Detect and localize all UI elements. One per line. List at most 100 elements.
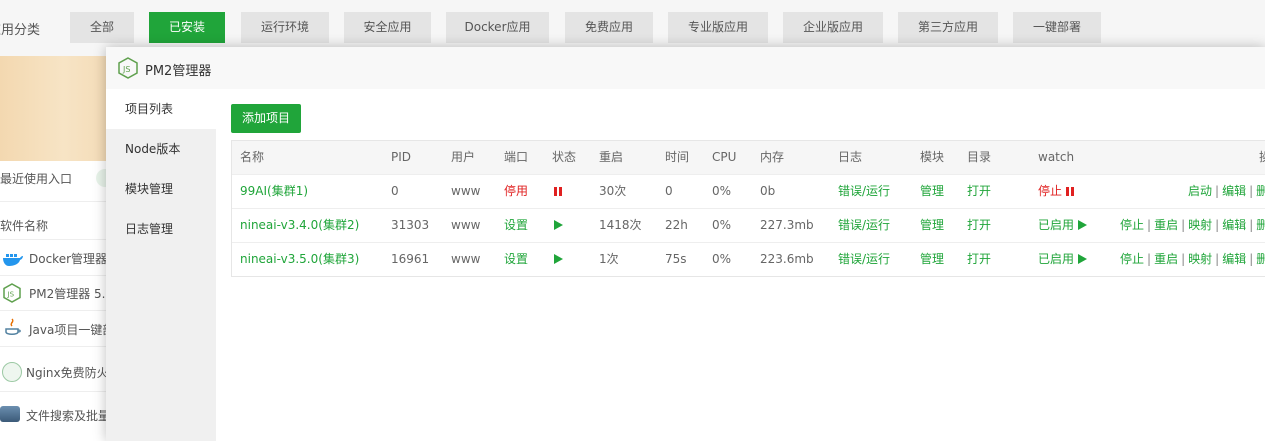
category-tab-security[interactable]: 安全应用 <box>344 12 431 43</box>
project-name[interactable]: 99AI(集群1) <box>240 175 308 208</box>
dialog-header: JS PM2管理器 <box>106 47 1265 90</box>
add-project-button[interactable]: 添加项目 <box>231 104 301 133</box>
watch-toggle[interactable]: 停止 <box>1038 175 1074 208</box>
stop-button[interactable]: 停止 <box>1120 218 1144 232</box>
category-tab-third-party[interactable]: 第三方应用 <box>898 12 998 43</box>
open-dir-link[interactable]: 打开 <box>967 175 991 208</box>
table-row: nineai-v3.4.0(集群2) 31303 www 设置 1418次 22… <box>232 209 1265 243</box>
nav-module-manage[interactable]: 模块管理 <box>106 169 216 209</box>
project-pid: 0 <box>391 184 399 198</box>
pause-icon <box>1065 187 1074 196</box>
status-toggle[interactable] <box>554 175 562 208</box>
waf-icon <box>2 362 22 382</box>
category-tab-free[interactable]: 免费应用 <box>565 12 653 43</box>
open-dir-link[interactable]: 打开 <box>967 209 991 242</box>
docker-icon <box>2 252 24 266</box>
project-list-panel: 添加项目 名称 PID 用户 端口 状态 重启 时间 CPU 内存 日志 模块 … <box>216 89 1265 441</box>
project-cpu: 0% <box>712 252 732 266</box>
restart-button[interactable]: 重启 <box>1154 252 1178 266</box>
module-manage-link[interactable]: 管理 <box>920 175 944 208</box>
category-tab-docker[interactable]: Docker应用 <box>446 12 549 43</box>
port-settings-link[interactable]: 设置 <box>504 243 528 276</box>
project-name[interactable]: nineai-v3.5.0(集群3) <box>240 243 359 276</box>
log-link[interactable]: 错误/运行 <box>838 209 890 242</box>
pause-icon <box>554 187 562 196</box>
log-link[interactable]: 错误/运行 <box>838 175 890 208</box>
project-mem: 223.6mb <box>760 252 814 266</box>
category-label: 应用分类 <box>0 23 41 38</box>
project-name[interactable]: nineai-v3.4.0(集群2) <box>240 209 359 242</box>
dialog-nav: 项目列表 Node版本 模块管理 日志管理 <box>106 89 216 441</box>
nodejs-icon: JS <box>3 283 21 303</box>
status-toggle[interactable] <box>554 243 563 276</box>
category-tab-one-click[interactable]: 一键部署 <box>1013 12 1101 43</box>
col-user: 用户 <box>451 150 476 164</box>
project-user: www <box>451 184 481 198</box>
nodejs-icon: JS <box>118 57 138 79</box>
promo-banner <box>0 56 106 161</box>
svg-text:JS: JS <box>7 291 15 299</box>
play-icon <box>1077 254 1087 264</box>
port-disabled-link[interactable]: 停用 <box>504 175 528 208</box>
nav-project-list[interactable]: 项目列表 <box>106 89 216 129</box>
col-pid: PID <box>391 150 412 164</box>
col-port: 端口 <box>504 150 529 164</box>
edit-button[interactable]: 编辑 <box>1222 252 1246 266</box>
play-icon <box>554 254 563 264</box>
category-tab-enterprise[interactable]: 企业版应用 <box>783 12 883 43</box>
project-table: 名称 PID 用户 端口 状态 重启 时间 CPU 内存 日志 模块 目录 wa… <box>231 140 1265 277</box>
category-tab-runtime[interactable]: 运行环境 <box>241 12 329 43</box>
watch-toggle[interactable]: 已启用 <box>1038 243 1087 276</box>
module-manage-link[interactable]: 管理 <box>920 209 944 242</box>
software-item-nginx-waf[interactable]: Nginx免费防火 <box>26 364 106 381</box>
project-cpu: 0% <box>712 184 732 198</box>
software-item-java[interactable]: Java项目一键部 <box>29 321 106 338</box>
open-dir-link[interactable]: 打开 <box>967 243 991 276</box>
stop-button[interactable]: 停止 <box>1120 252 1144 266</box>
project-pid: 31303 <box>391 218 430 232</box>
project-user: www <box>451 252 481 266</box>
log-link[interactable]: 错误/运行 <box>838 243 890 276</box>
project-restart-count: 1418次 <box>599 218 642 232</box>
table-row: 99AI(集群1) 0 www 停用 30次 0 0% 0b 错误/运行 管理 … <box>232 175 1265 209</box>
delete-button[interactable]: 删 <box>1256 218 1265 232</box>
software-item-file-search[interactable]: 文件搜索及批量 <box>26 407 106 424</box>
pm2-manager-dialog: JS PM2管理器 项目列表 Node版本 模块管理 日志管理 添加项目 名称 … <box>106 47 1265 441</box>
col-cpu: CPU <box>712 150 737 164</box>
row-operations: 停止 | 重启 | 映射 | 编辑 | 删 <box>1120 209 1265 242</box>
software-list-panel: 最近使用入口 软件名称 Docker管理器 JS PM2管理器 5. Java项… <box>0 56 106 441</box>
play-icon <box>1077 220 1087 230</box>
delete-button[interactable]: 删 <box>1256 184 1265 198</box>
map-button[interactable]: 映射 <box>1188 252 1212 266</box>
nav-node-version[interactable]: Node版本 <box>106 129 216 169</box>
recent-entry-label: 最近使用入口 <box>0 172 73 186</box>
watch-toggle[interactable]: 已启用 <box>1038 209 1087 242</box>
row-operations: 停止 | 重启 | 映射 | 编辑 | 删 <box>1120 243 1265 276</box>
start-button[interactable]: 启动 <box>1188 184 1212 198</box>
restart-button[interactable]: 重启 <box>1154 218 1178 232</box>
col-status: 状态 <box>552 150 577 164</box>
col-time: 时间 <box>665 150 690 164</box>
delete-button[interactable]: 删 <box>1256 252 1265 266</box>
category-tab-all[interactable]: 全部 <box>70 12 134 43</box>
map-button[interactable]: 映射 <box>1188 218 1212 232</box>
project-user: www <box>451 218 481 232</box>
project-restart-count: 1次 <box>599 252 619 266</box>
col-name: 名称 <box>240 150 265 164</box>
port-settings-link[interactable]: 设置 <box>504 209 528 242</box>
category-tab-installed[interactable]: 已安装 <box>149 12 225 43</box>
col-module: 模块 <box>920 150 945 164</box>
status-toggle[interactable] <box>554 209 563 242</box>
edit-button[interactable]: 编辑 <box>1222 218 1246 232</box>
table-header: 名称 PID 用户 端口 状态 重启 时间 CPU 内存 日志 模块 目录 wa… <box>232 141 1265 175</box>
software-item-docker[interactable]: Docker管理器 <box>29 250 106 267</box>
module-manage-link[interactable]: 管理 <box>920 243 944 276</box>
dialog-title: PM2管理器 <box>145 64 212 79</box>
col-operations: 操 <box>1259 141 1265 174</box>
project-uptime: 0 <box>665 184 673 198</box>
project-mem: 0b <box>760 184 776 198</box>
nav-log-manage[interactable]: 日志管理 <box>106 209 216 249</box>
software-item-pm2[interactable]: PM2管理器 5. <box>29 285 106 302</box>
category-tab-pro[interactable]: 专业版应用 <box>668 12 768 43</box>
edit-button[interactable]: 编辑 <box>1222 184 1246 198</box>
